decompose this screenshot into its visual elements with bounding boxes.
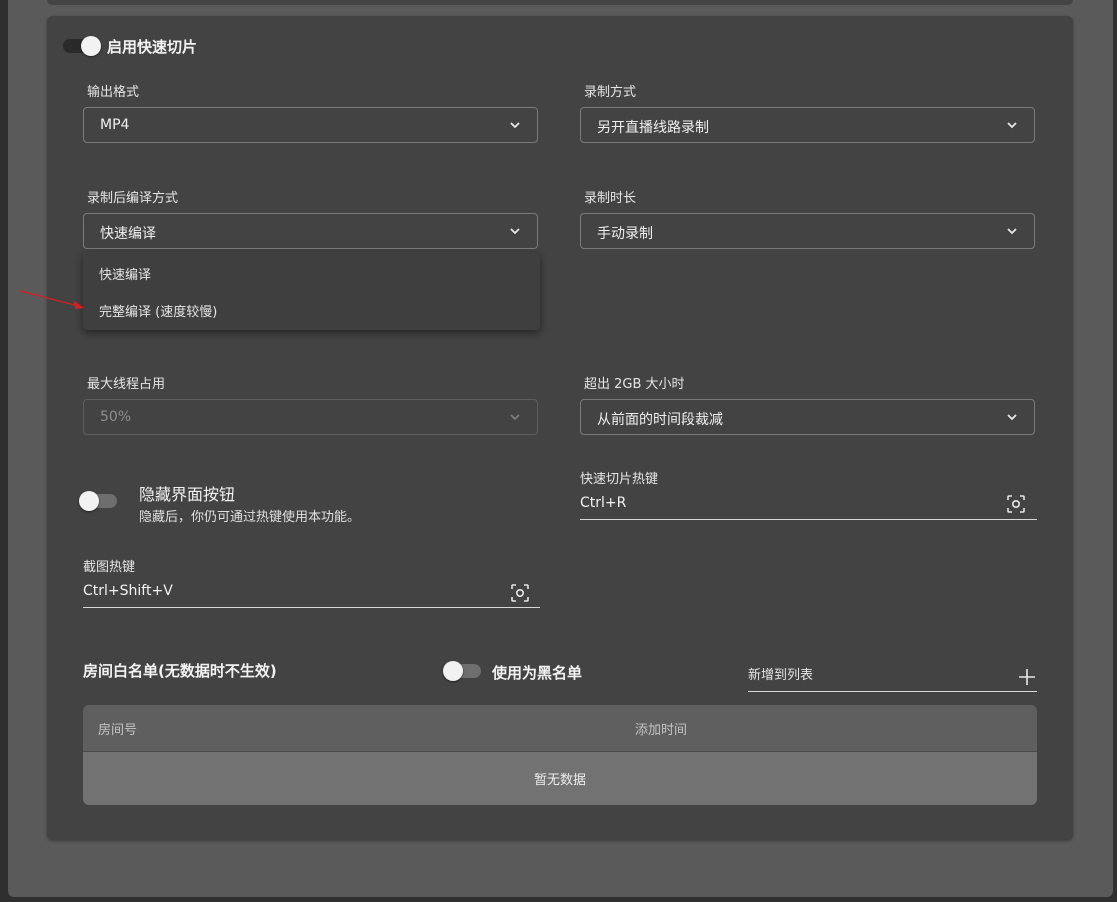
record-duration-label: 录制时长 <box>584 191 637 206</box>
capture-hotkey-icon[interactable] <box>510 583 530 603</box>
capture-hotkey-icon[interactable] <box>1006 494 1026 514</box>
output-format-label: 输出格式 <box>87 85 140 100</box>
chevron-down-icon <box>510 228 520 235</box>
compile-mode-value: 快速编译 <box>100 226 156 242</box>
chevron-down-icon <box>1007 122 1017 129</box>
add-to-list-input[interactable]: 新增到列表 <box>748 664 813 683</box>
screenshot-hotkey-value[interactable]: Ctrl+Shift+V <box>83 583 173 599</box>
previous-card-edge <box>47 0 1073 5</box>
toggle-knob <box>81 36 101 56</box>
whitelist-title: 房间白名单(无数据时不生效) <box>83 662 277 680</box>
annotation-arrow-icon <box>19 290 84 309</box>
column-header-added-time[interactable]: 添加时间 <box>635 719 687 738</box>
plus-icon[interactable] <box>1018 668 1036 686</box>
blacklist-toggle[interactable] <box>443 661 481 681</box>
chevron-down-icon <box>510 414 520 421</box>
screenshot-hotkey-label: 截图热键 <box>83 560 136 575</box>
max-threads-select[interactable]: 50% <box>83 399 538 435</box>
add-to-list-underline <box>748 691 1037 692</box>
output-format-select[interactable]: MP4 <box>83 107 538 143</box>
compile-mode-label: 录制后编译方式 <box>87 191 179 206</box>
dropdown-option-quick[interactable]: 快速编译 <box>99 264 151 283</box>
column-header-room-id[interactable]: 房间号 <box>98 719 137 738</box>
over-2gb-value: 从前面的时间段裁减 <box>597 412 723 428</box>
chevron-down-icon <box>1007 414 1017 421</box>
chevron-down-icon <box>1007 228 1017 235</box>
chevron-down-icon <box>510 122 520 129</box>
max-threads-label: 最大线程占用 <box>87 377 166 392</box>
hide-button-toggle[interactable] <box>79 491 117 511</box>
hide-button-description: 隐藏后，你仍可通过热键使用本功能。 <box>139 510 361 525</box>
record-duration-select[interactable]: 手动录制 <box>580 213 1035 249</box>
output-format-value: MP4 <box>100 117 130 133</box>
max-threads-value: 50% <box>100 409 132 425</box>
record-mode-value: 另开直播线路录制 <box>597 120 709 136</box>
compile-mode-dropdown: 快速编译 完整编译 (速度较慢) <box>83 252 540 330</box>
table-header: 房间号 添加时间 <box>83 705 1037 752</box>
compile-mode-select[interactable]: 快速编译 <box>83 213 538 249</box>
blacklist-toggle-label: 使用为黑名单 <box>492 664 583 682</box>
whitelist-table: 房间号 添加时间 暂无数据 <box>83 705 1037 805</box>
quick-clip-toggle-label: 启用快速切片 <box>107 38 198 56</box>
hide-button-title: 隐藏界面按钮 <box>139 485 236 504</box>
clip-hotkey-underline <box>580 519 1037 520</box>
quick-clip-toggle[interactable] <box>63 36 101 56</box>
dropdown-option-full[interactable]: 完整编译 (速度较慢) <box>99 301 217 320</box>
record-mode-label: 录制方式 <box>584 85 637 100</box>
clip-hotkey-value[interactable]: Ctrl+R <box>580 495 626 511</box>
over-2gb-label: 超出 2GB 大小时 <box>584 377 685 392</box>
table-body: 暂无数据 <box>83 752 1037 805</box>
empty-state-text: 暂无数据 <box>533 773 586 788</box>
record-duration-value: 手动录制 <box>597 226 653 242</box>
over-2gb-select[interactable]: 从前面的时间段裁减 <box>580 399 1035 435</box>
clip-hotkey-label: 快速切片热键 <box>580 472 659 487</box>
toggle-knob <box>79 491 99 511</box>
record-mode-select[interactable]: 另开直播线路录制 <box>580 107 1035 143</box>
screenshot-hotkey-underline <box>83 607 540 608</box>
toggle-knob <box>443 661 463 681</box>
